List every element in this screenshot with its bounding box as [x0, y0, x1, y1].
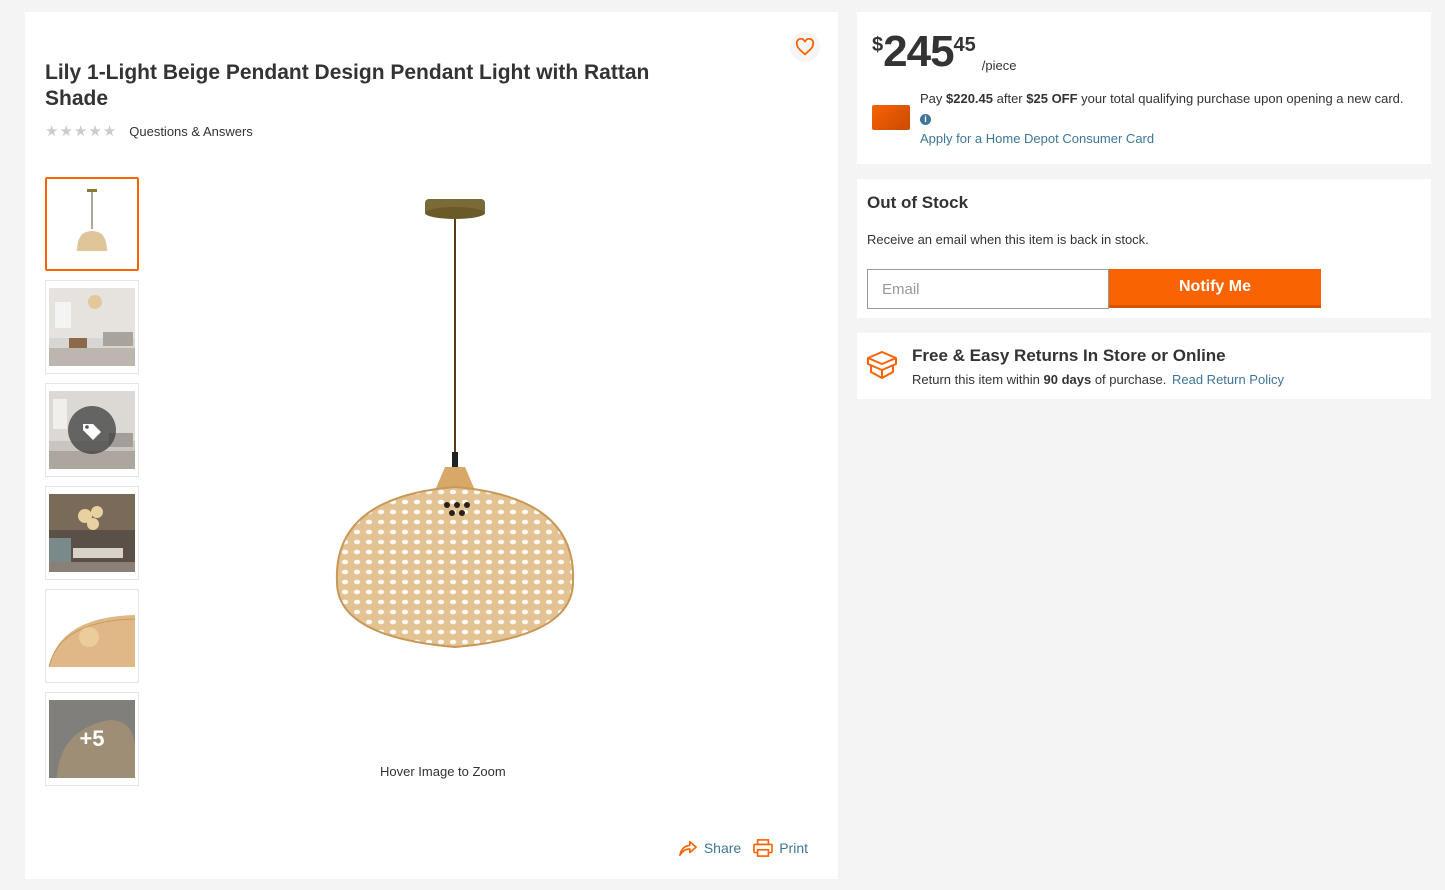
pendant-thumbnail-image — [49, 185, 135, 263]
share-button[interactable]: Share — [678, 839, 741, 857]
price-card: $ 245 45 /piece Pay $220.45 after $25 OF… — [857, 12, 1431, 164]
rating-stars[interactable]: ★★★★★ — [45, 122, 117, 140]
promo-mid: after — [993, 91, 1027, 106]
returns-suffix: of purchase. — [1091, 372, 1167, 387]
living-room-tag-thumbnail-image — [49, 391, 135, 469]
share-icon — [678, 840, 697, 857]
promo-suffix: your total qualifying purchase upon open… — [1077, 91, 1404, 106]
rating-row: ★★★★★ Questions & Answers — [45, 122, 253, 140]
favorite-button[interactable] — [790, 32, 820, 62]
thumbnail-3[interactable] — [45, 383, 139, 477]
thumbnail-list: +5 — [45, 177, 139, 795]
main-product-image[interactable] — [315, 187, 595, 667]
print-label: Print — [779, 840, 808, 856]
more-images-count: +5 — [79, 726, 105, 751]
shade-closeup-thumbnail-image — [49, 597, 135, 675]
price-dollars: 245 — [883, 27, 954, 76]
zoom-hint: Hover Image to Zoom — [380, 764, 506, 779]
email-field[interactable] — [867, 269, 1109, 309]
returns-text: Return this item within 90 days of purch… — [912, 372, 1284, 387]
living-room-thumbnail-image — [49, 288, 135, 366]
notify-me-button[interactable]: Notify Me — [1109, 269, 1321, 308]
stock-status-title: Out of Stock — [867, 193, 969, 212]
return-policy-link[interactable]: Read Return Policy — [1172, 372, 1284, 387]
share-label: Share — [703, 840, 742, 856]
price-currency: $ — [872, 34, 884, 56]
credit-card-image — [872, 105, 910, 130]
returns-title: Free & Easy Returns In Store or Online — [912, 346, 1226, 365]
return-box-icon — [867, 351, 897, 379]
apply-card-link[interactable]: Apply for a Home Depot Consumer Card — [920, 131, 1154, 146]
heart-icon — [795, 38, 815, 56]
share-print-bar: Share Print — [678, 839, 808, 857]
printer-icon — [753, 839, 774, 857]
thumbnail-2[interactable] — [45, 280, 139, 374]
price-unit: /piece — [981, 58, 1017, 73]
info-icon[interactable]: i — [920, 114, 931, 126]
thumbnail-4[interactable] — [45, 486, 139, 580]
thumbnail-5[interactable] — [45, 589, 139, 683]
promo-prefix: Pay — [920, 91, 947, 106]
print-button[interactable]: Print — [753, 839, 808, 857]
thumbnail-1[interactable] — [45, 177, 139, 271]
price: $ 245 45 /piece — [872, 30, 1017, 74]
promo-price: $220.45 — [946, 91, 994, 106]
price-cents: 45 — [953, 34, 976, 56]
stock-card: Out of Stock Receive an email when this … — [857, 179, 1431, 318]
returns-card: Free & Easy Returns In Store or Online R… — [857, 333, 1431, 399]
promo-off: $25 OFF — [1026, 91, 1078, 106]
thumbnail-more[interactable]: +5 — [45, 692, 139, 786]
dining-room-thumbnail-image — [49, 494, 135, 572]
card-promo-text: Pay $220.45 after $25 OFF your total qua… — [920, 89, 1410, 129]
stock-message: Receive an email when this item is back … — [867, 232, 1149, 247]
questions-answers-link[interactable]: Questions & Answers — [129, 124, 253, 139]
product-media-card: Lily 1-Light Beige Pendant Design Pendan… — [25, 12, 838, 879]
product-title: Lily 1-Light Beige Pendant Design Pendan… — [45, 61, 650, 110]
returns-prefix: Return this item within — [912, 372, 1044, 387]
returns-days: 90 days — [1043, 372, 1092, 387]
